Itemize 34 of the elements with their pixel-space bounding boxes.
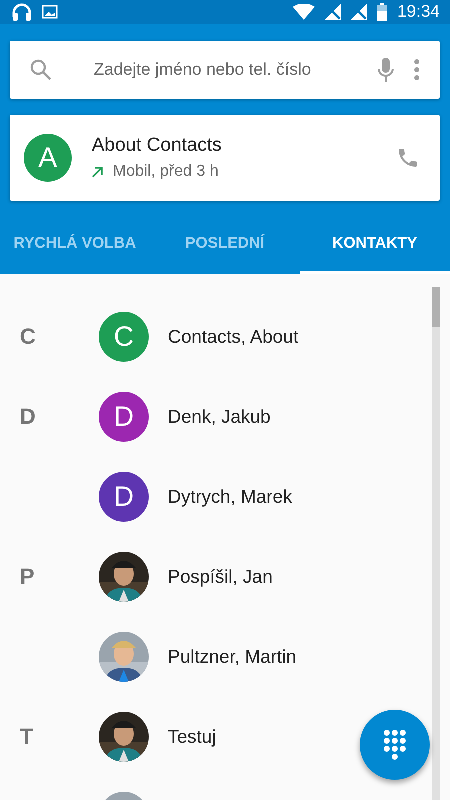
outgoing-call-icon (92, 166, 103, 178)
image-icon (42, 5, 58, 19)
contact-avatar: D (99, 392, 149, 442)
contact-avatar: C (99, 312, 149, 362)
contact-name: About Contacts (92, 135, 223, 157)
contact-avatar: A (24, 134, 72, 182)
battery-icon (377, 3, 388, 21)
search-field[interactable]: Zadejte jméno nebo tel. číslo (92, 59, 358, 81)
no-signal-icon (351, 4, 368, 20)
tab[interactable]: KONTAKTY (300, 217, 450, 274)
section-letter: P (19, 564, 36, 590)
scrollbar[interactable] (432, 287, 440, 800)
no-signal-icon (325, 4, 342, 20)
contact-name[interactable]: Contacts, About (168, 326, 299, 348)
contact-name[interactable]: Pospíšil, Jan (168, 566, 273, 588)
headphones-icon (12, 3, 32, 21)
contact-name[interactable]: Denk, Jakub (168, 406, 271, 428)
more-options-icon[interactable] (414, 59, 420, 81)
dialpad-button[interactable] (360, 710, 430, 780)
contact-name[interactable]: Pultzner, Martin (168, 646, 297, 668)
section-letter: C (19, 324, 37, 350)
phone-icon[interactable] (396, 146, 420, 170)
recent-call-card[interactable]: A About Contacts Mobil, před 3 h (10, 115, 440, 201)
clock-time: 19:34 (397, 2, 440, 22)
wifi-icon (293, 4, 316, 20)
dialpad-icon (384, 730, 406, 760)
contact-avatar: D (99, 472, 149, 522)
contact-name[interactable]: Testuj (168, 726, 216, 748)
search-icon (30, 59, 52, 81)
microphone-icon[interactable] (378, 58, 394, 82)
section-letter: D (19, 404, 37, 430)
contact-name[interactable]: Dytrych, Marek (168, 486, 292, 508)
section-letter: T (19, 724, 34, 750)
call-detail: Mobil, před 3 h (113, 163, 219, 181)
